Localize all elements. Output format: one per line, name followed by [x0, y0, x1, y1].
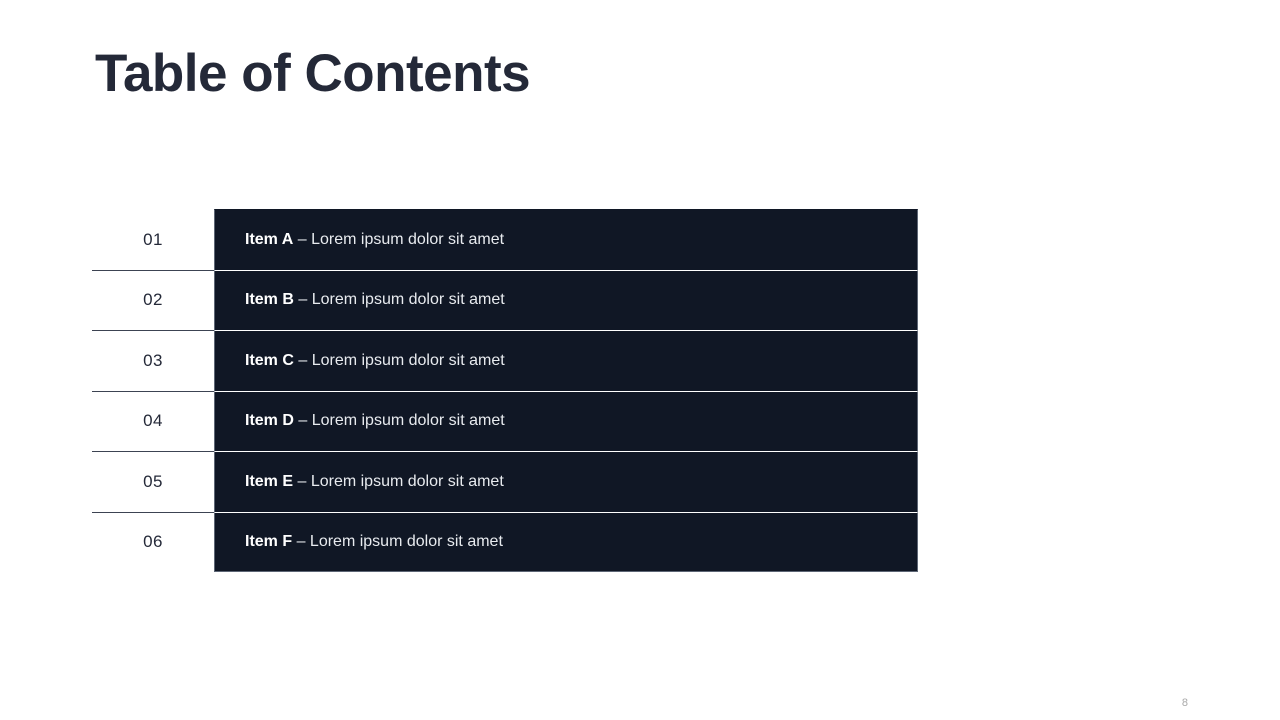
- toc-entry-03[interactable]: 03 Item C – Lorem ipsum dolor sit amet: [92, 330, 918, 391]
- toc-entry-04[interactable]: 04 Item D – Lorem ipsum dolor sit amet: [92, 390, 918, 451]
- toc-label-bar[interactable]: Item A – Lorem ipsum dolor sit amet: [214, 209, 918, 270]
- slide-page-number: 8: [1181, 697, 1188, 709]
- toc-label-text: Item A – Lorem ipsum dolor sit amet: [215, 230, 505, 248]
- toc-number-cell: 06: [92, 511, 214, 572]
- table-of-contents-list: 01 Item A – Lorem ipsum dolor sit amet 0…: [92, 209, 918, 572]
- toc-label-lead: Item E: [245, 472, 294, 490]
- toc-label-description: Lorem ipsum dolor sit amet: [311, 351, 505, 369]
- toc-label-description: Lorem ipsum dolor sit amet: [311, 291, 505, 309]
- toc-label-text: Item F – Lorem ipsum dolor sit amet: [215, 532, 503, 550]
- toc-label-separator: –: [293, 230, 312, 248]
- toc-number-cell: 02: [92, 269, 214, 330]
- toc-label-lead: Item C: [245, 351, 294, 369]
- toc-label-bar[interactable]: Item B – Lorem ipsum dolor sit amet: [214, 269, 918, 330]
- toc-entry-01[interactable]: 01 Item A – Lorem ipsum dolor sit amet: [92, 209, 918, 270]
- toc-label-bar[interactable]: Item C – Lorem ipsum dolor sit amet: [214, 330, 918, 391]
- toc-number-cell: 03: [92, 330, 214, 391]
- toc-label-lead: Item A: [245, 230, 294, 248]
- toc-label-bar[interactable]: Item E – Lorem ipsum dolor sit amet: [214, 451, 918, 512]
- toc-entry-05[interactable]: 05 Item E – Lorem ipsum dolor sit amet: [92, 451, 918, 512]
- toc-number-cell: 01: [92, 209, 214, 270]
- toc-label-separator: –: [293, 472, 311, 490]
- toc-entry-02[interactable]: 02 Item B – Lorem ipsum dolor sit amet: [92, 269, 918, 330]
- toc-label-lead: Item F: [245, 532, 293, 550]
- toc-label-bar[interactable]: Item F – Lorem ipsum dolor sit amet: [214, 511, 918, 572]
- toc-label-description: Lorem ipsum dolor sit amet: [310, 472, 504, 490]
- toc-number: 03: [143, 350, 163, 370]
- toc-label-lead: Item D: [245, 412, 294, 430]
- toc-label-bar[interactable]: Item D – Lorem ipsum dolor sit amet: [214, 390, 918, 451]
- toc-entry-06[interactable]: 06 Item F – Lorem ipsum dolor sit amet: [92, 511, 918, 572]
- toc-number: 01: [143, 229, 163, 249]
- toc-label-text: Item B – Lorem ipsum dolor sit amet: [215, 292, 505, 308]
- toc-label-description: Lorem ipsum dolor sit amet: [309, 532, 503, 550]
- toc-label-description: Lorem ipsum dolor sit amet: [311, 230, 505, 248]
- toc-label-text: Item C – Lorem ipsum dolor sit amet: [215, 351, 505, 369]
- toc-label-lead: Item B: [245, 291, 294, 309]
- toc-label-text: Item D – Lorem ipsum dolor sit amet: [215, 413, 505, 429]
- toc-number-cell: 04: [92, 390, 214, 451]
- toc-number: 02: [143, 290, 163, 310]
- toc-number: 06: [143, 532, 163, 552]
- toc-label-separator: –: [293, 412, 312, 430]
- toc-number: 04: [143, 411, 163, 431]
- toc-number: 05: [143, 471, 163, 491]
- toc-label-text: Item E – Lorem ipsum dolor sit amet: [215, 472, 504, 490]
- toc-label-description: Lorem ipsum dolor sit amet: [311, 412, 505, 430]
- toc-number-cell: 05: [92, 451, 214, 512]
- toc-label-separator: –: [293, 291, 312, 309]
- toc-label-separator: –: [292, 532, 310, 550]
- toc-label-separator: –: [293, 351, 312, 369]
- page-title: Table of Contents: [95, 44, 531, 103]
